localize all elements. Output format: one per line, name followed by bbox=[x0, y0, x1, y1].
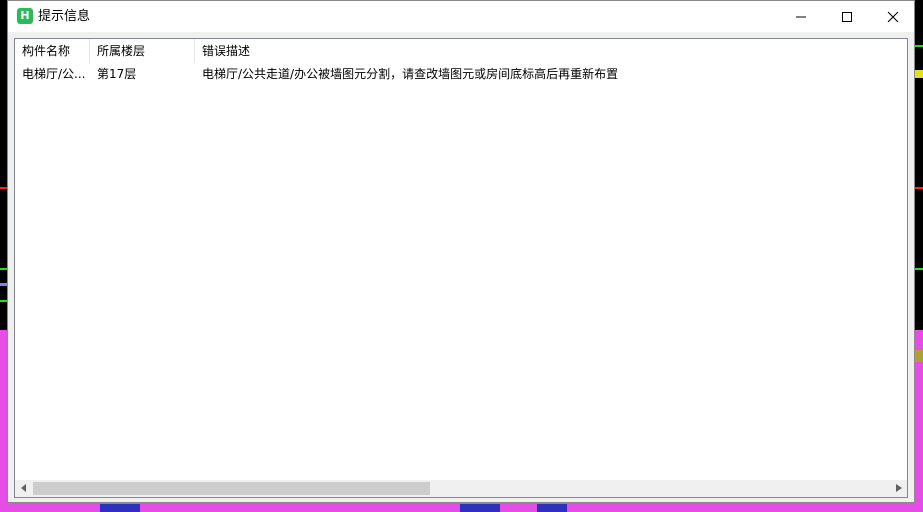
column-header-floor[interactable]: 所属楼层 bbox=[90, 39, 195, 63]
cad-line bbox=[915, 268, 923, 270]
column-header-error-description[interactable]: 错误描述 bbox=[195, 39, 907, 63]
cad-line bbox=[915, 45, 923, 47]
scroll-left-button[interactable] bbox=[15, 480, 32, 497]
window-title: 提示信息 bbox=[38, 9, 91, 24]
scrollbar-thumb[interactable] bbox=[33, 482, 430, 495]
minimize-button[interactable] bbox=[778, 1, 824, 32]
column-header-component-name[interactable]: 构件名称 bbox=[15, 39, 90, 63]
cad-line bbox=[537, 504, 567, 512]
cad-line bbox=[915, 187, 923, 189]
chevron-right-icon bbox=[895, 484, 902, 492]
maximize-icon bbox=[842, 12, 852, 22]
maximize-button[interactable] bbox=[824, 1, 870, 32]
cad-line bbox=[460, 504, 500, 512]
cell-component-name: 电梯厅/公... bbox=[22, 67, 86, 81]
close-icon bbox=[887, 11, 899, 23]
cell-floor: 第17层 bbox=[97, 67, 137, 81]
cad-line bbox=[100, 504, 140, 512]
cad-line bbox=[915, 350, 923, 362]
cell-error-description: 电梯厅/公共走道/办公被墙图元分割，请查改墙图元或房间底标高后再重新布置 bbox=[202, 67, 619, 81]
scroll-right-button[interactable] bbox=[890, 480, 907, 497]
table-row[interactable]: 电梯厅/公... 第17层 电梯厅/公共走道/办公被墙图元分割，请查改墙图元或房… bbox=[15, 64, 907, 84]
horizontal-scrollbar[interactable] bbox=[15, 480, 907, 497]
cad-line bbox=[915, 70, 923, 78]
list-header: 构件名称 所属楼层 错误描述 bbox=[15, 39, 907, 63]
title-bar[interactable]: H 提示信息 bbox=[8, 1, 914, 32]
message-dialog: H 提示信息 构件名称 所属楼层 错误描述 电梯厅/公... 第17层 电梯厅/… bbox=[7, 0, 915, 503]
app-logo-icon: H bbox=[17, 8, 33, 24]
close-button[interactable] bbox=[870, 1, 916, 32]
error-list[interactable]: 构件名称 所属楼层 错误描述 电梯厅/公... 第17层 电梯厅/公共走道/办公… bbox=[14, 38, 908, 498]
minimize-icon bbox=[796, 16, 806, 18]
chevron-left-icon bbox=[20, 484, 26, 492]
